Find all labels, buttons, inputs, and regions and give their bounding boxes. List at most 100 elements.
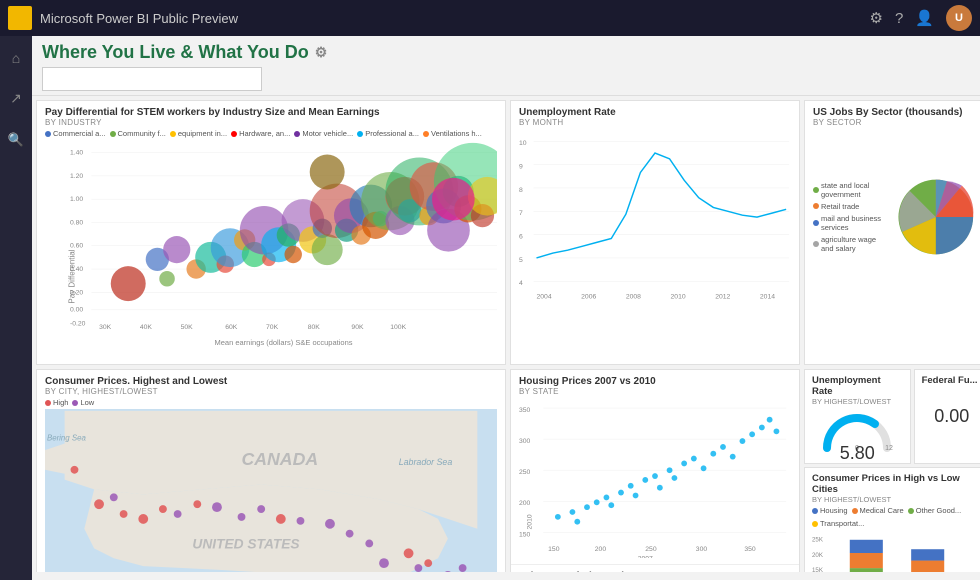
svg-text:25K: 25K bbox=[812, 537, 824, 544]
svg-text:0.60: 0.60 bbox=[70, 243, 83, 250]
consumer-highlow-legend: Housing Medical Care Other Good... Trans… bbox=[812, 506, 980, 528]
app-logo bbox=[8, 6, 32, 30]
bubble-svg: 1.40 1.20 1.00 0.80 0.60 0.40 0.20 0.00 … bbox=[70, 140, 497, 335]
svg-text:150: 150 bbox=[519, 531, 531, 538]
svg-text:90K: 90K bbox=[351, 324, 364, 331]
svg-text:2007: 2007 bbox=[638, 556, 653, 558]
pie-svg bbox=[891, 157, 980, 277]
user-avatar[interactable]: U bbox=[946, 5, 972, 31]
legend-item-5: Motor vehicle... bbox=[294, 129, 353, 138]
svg-text:200: 200 bbox=[519, 500, 531, 507]
sidebar-expand-icon[interactable]: ↗ bbox=[2, 84, 30, 112]
svg-text:CANADA: CANADA bbox=[242, 449, 319, 469]
unemployment-gauge-card: Unemployment Rate BY HIGHEST/LOWEST 0 12… bbox=[804, 369, 911, 464]
gauge-subtitle: BY HIGHEST/LOWEST bbox=[812, 397, 903, 406]
search-bar bbox=[42, 67, 970, 91]
svg-text:50K: 50K bbox=[181, 324, 194, 331]
gauge-row: Unemployment Rate BY HIGHEST/LOWEST 0 12… bbox=[804, 369, 980, 464]
page-title: Where You Live & What You Do ⚙ bbox=[42, 42, 970, 63]
user-icon[interactable]: 👤 bbox=[915, 9, 934, 27]
gauge-display: 0 12 5.80 bbox=[812, 408, 903, 464]
bubble-chart-title: Pay Differential for STEM workers by Ind… bbox=[45, 107, 497, 118]
header-bar: Where You Live & What You Do ⚙ bbox=[32, 36, 980, 96]
topbar-actions: ⚙ ? 👤 U bbox=[870, 5, 972, 31]
dashboard: Pay Differential for STEM workers by Ind… bbox=[32, 96, 980, 572]
legend-item-2: Community f... bbox=[110, 129, 166, 138]
svg-text:Bering Sea: Bering Sea bbox=[47, 433, 87, 442]
app-title: Microsoft Power BI Public Preview bbox=[40, 11, 862, 26]
svg-text:2010: 2010 bbox=[527, 514, 534, 529]
legend-item-7: Ventilations h... bbox=[423, 129, 482, 138]
pie-legend-4: agriculture wage and salary bbox=[813, 235, 887, 253]
pie-chart-area: state and local government Retail trade … bbox=[813, 129, 980, 304]
unemployment-subtitle: BY MONTH bbox=[519, 118, 791, 127]
svg-text:6: 6 bbox=[519, 234, 523, 241]
svg-text:Labrador Sea: Labrador Sea bbox=[399, 457, 453, 467]
svg-text:4: 4 bbox=[519, 280, 523, 287]
svg-text:1.00: 1.00 bbox=[70, 196, 83, 203]
unemployment-title: Unemployment Rate bbox=[519, 107, 791, 118]
pie-legend-2: Retail trade bbox=[813, 202, 887, 211]
svg-text:300: 300 bbox=[519, 438, 531, 445]
federal-value: 0.00 bbox=[922, 406, 980, 427]
scatter-area: 350 300 250 200 150 150 200 250 300 350 bbox=[519, 398, 791, 558]
map-subtitle: BY CITY, HIGHEST/LOWEST bbox=[45, 387, 497, 396]
title-gear-icon[interactable]: ⚙ bbox=[315, 44, 328, 61]
unemployment-chart-area: 10 9 8 7 6 5 4 2004 2 bbox=[519, 129, 791, 314]
map-legend: High Low bbox=[45, 398, 497, 407]
search-input[interactable] bbox=[42, 67, 262, 91]
svg-text:UNITED STATES: UNITED STATES bbox=[192, 536, 300, 551]
consumer-map-card: Consumer Prices. Highest and Lowest BY C… bbox=[36, 369, 506, 572]
svg-text:30K: 30K bbox=[99, 324, 112, 331]
help-icon[interactable]: ? bbox=[895, 10, 903, 27]
pie-legend-3: mail and business services bbox=[813, 214, 887, 232]
bubble-legend: Commercial a... Community f... equipment… bbox=[45, 129, 497, 138]
svg-text:1.20: 1.20 bbox=[70, 173, 83, 180]
consumer-highlow-svg: 25K 20K 15K 10K 5K High bbox=[812, 530, 980, 572]
svg-text:150: 150 bbox=[548, 546, 560, 553]
svg-text:0.80: 0.80 bbox=[70, 219, 83, 226]
housing-title: Housing Prices 2007 vs 2010 bbox=[519, 376, 791, 387]
federal-card: Federal Fu... 0.00 bbox=[914, 369, 980, 464]
bubble-chart-card: Pay Differential for STEM workers by Ind… bbox=[36, 100, 506, 365]
sidebar: ⌂ ↗ 🔍 bbox=[0, 36, 32, 580]
svg-text:40K: 40K bbox=[140, 324, 153, 331]
main-content: Where You Live & What You Do ⚙ Pay Diffe… bbox=[32, 36, 980, 580]
svg-text:1.40: 1.40 bbox=[70, 150, 83, 157]
svg-text:80K: 80K bbox=[308, 324, 321, 331]
svg-text:2014: 2014 bbox=[760, 294, 775, 301]
consumer-highlow-title: Consumer Prices in High vs Low Cities bbox=[812, 473, 980, 495]
svg-text:2012: 2012 bbox=[715, 294, 730, 301]
unemployment-chart-card: Unemployment Rate BY MONTH 10 9 8 7 6 5 … bbox=[510, 100, 800, 365]
pie-labels: state and local government Retail trade … bbox=[813, 181, 887, 253]
housing-jobs-card: Housing Prices 2007 vs 2010 BY STATE 350… bbox=[510, 369, 800, 572]
svg-text:250: 250 bbox=[645, 546, 657, 553]
svg-text:12: 12 bbox=[885, 445, 893, 452]
us-jobs-card: US Jobs By Sector (thousands) BY SECTOR … bbox=[804, 100, 980, 365]
chl-legend-4: Transportat... bbox=[812, 519, 864, 528]
jobs-title: Jobs Rate of Change by Sector 2002 - 201… bbox=[519, 571, 791, 572]
svg-text:2008: 2008 bbox=[626, 294, 641, 301]
map-title: Consumer Prices. Highest and Lowest bbox=[45, 376, 497, 387]
gauge-value: 5.80 bbox=[840, 443, 875, 464]
svg-text:2004: 2004 bbox=[536, 294, 551, 301]
gauge-title: Unemployment Rate bbox=[812, 375, 903, 397]
map-svg: Labrador Sea Bering Sea CANADA UNITED ST… bbox=[45, 409, 497, 572]
legend-item-1: Commercial a... bbox=[45, 129, 106, 138]
svg-text:10: 10 bbox=[519, 140, 527, 147]
settings-icon[interactable]: ⚙ bbox=[870, 9, 883, 27]
us-jobs-subtitle: BY SECTOR bbox=[813, 118, 980, 127]
svg-text:250: 250 bbox=[519, 469, 531, 476]
sidebar-search-icon[interactable]: 🔍 bbox=[2, 126, 30, 154]
pie-legend-1: state and local government bbox=[813, 181, 887, 199]
chl-legend-3: Other Good... bbox=[908, 506, 961, 515]
svg-text:7: 7 bbox=[519, 210, 523, 217]
map-legend-high: High bbox=[45, 398, 68, 407]
bubble-x-label: Mean earnings (dollars) S&E occupations bbox=[70, 332, 497, 350]
svg-text:350: 350 bbox=[519, 407, 531, 414]
sidebar-home-icon[interactable]: ⌂ bbox=[2, 44, 30, 72]
housing-subtitle: BY STATE bbox=[519, 387, 791, 396]
svg-text:8: 8 bbox=[519, 187, 523, 194]
housing-prices-section: Housing Prices 2007 vs 2010 BY STATE 350… bbox=[511, 370, 799, 565]
right-bottom-column: Unemployment Rate BY HIGHEST/LOWEST 0 12… bbox=[804, 369, 980, 572]
